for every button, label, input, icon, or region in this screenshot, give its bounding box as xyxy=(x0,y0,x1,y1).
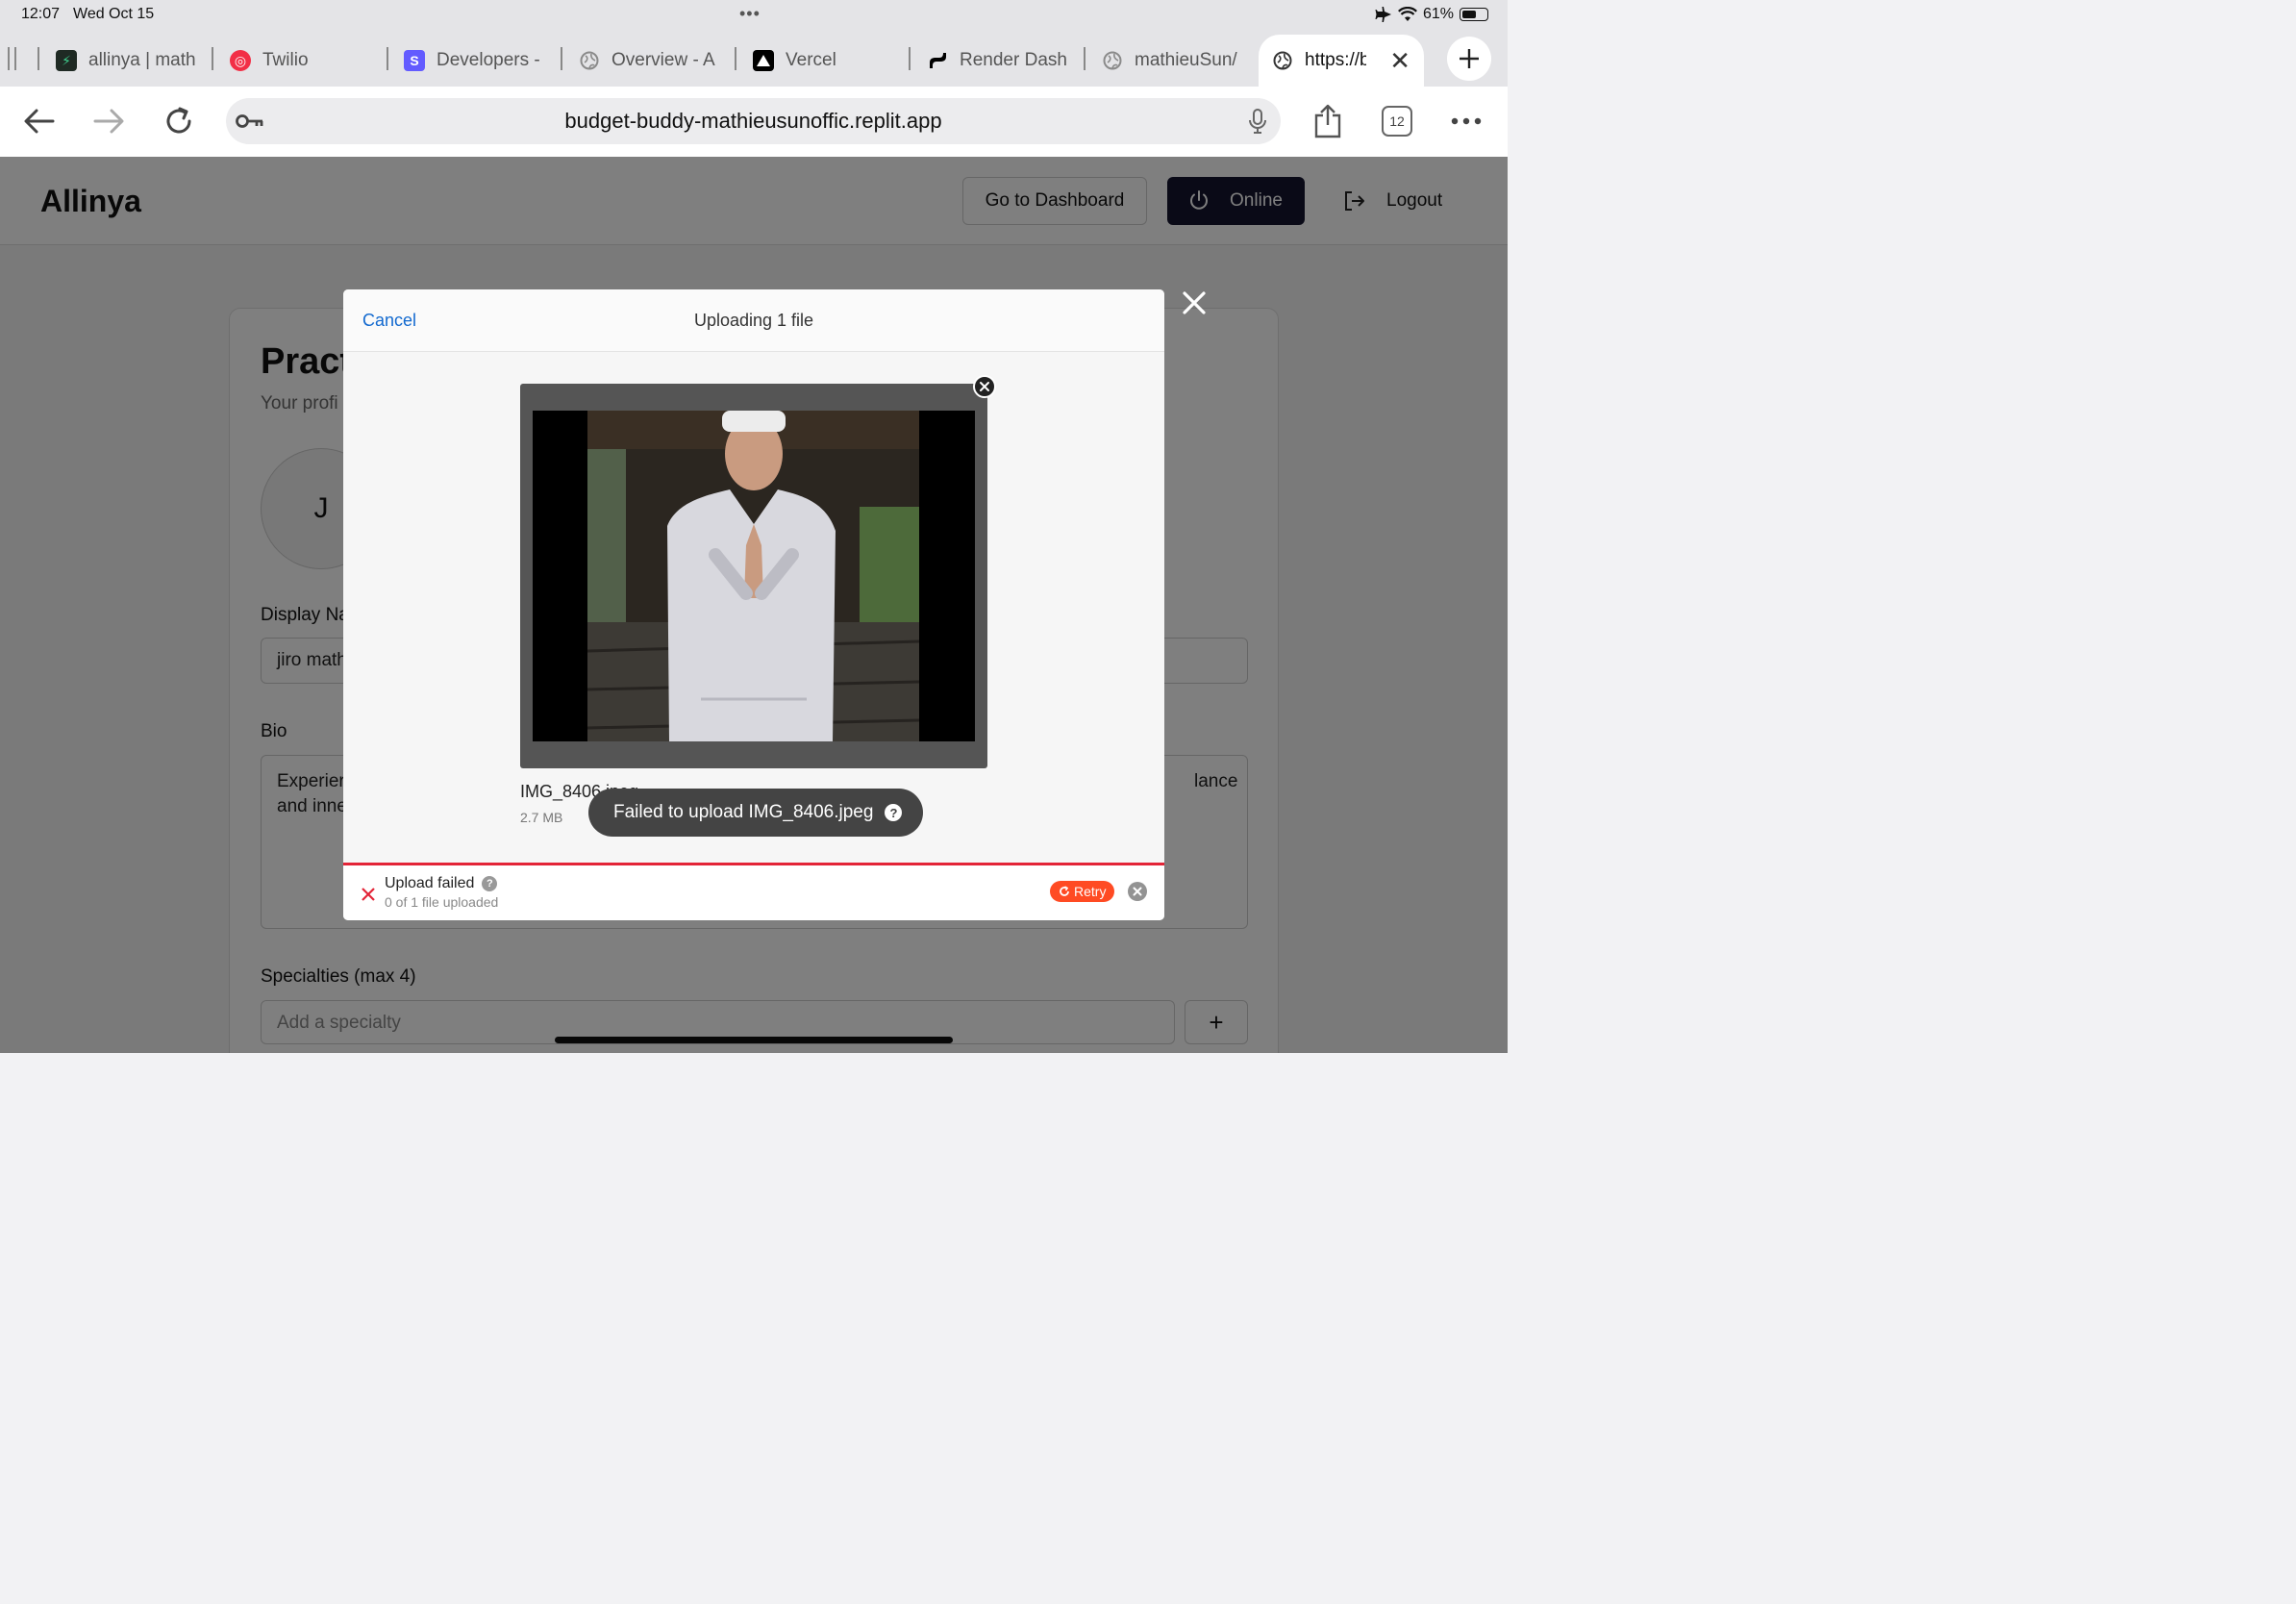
tab-title: https://bu xyxy=(1305,50,1367,70)
tab-separator xyxy=(909,47,911,70)
arrow-left-icon xyxy=(24,109,55,134)
browser-tab-vercel[interactable]: Vercel xyxy=(753,40,897,81)
browser-tab-allinya[interactable]: ⚡ allinya | math xyxy=(56,40,200,81)
bolt-icon: ⚡ xyxy=(56,50,77,71)
render-icon xyxy=(927,50,948,71)
tab-separator xyxy=(387,47,388,70)
arrow-right-icon xyxy=(93,109,124,134)
cancel-upload-button[interactable] xyxy=(1128,882,1147,901)
tab-separator xyxy=(8,47,10,70)
file-size: 2.7 MB xyxy=(520,810,563,825)
remove-file-button[interactable] xyxy=(973,375,996,398)
upload-modal: Cancel Uploading 1 file IMG_8406.jpeg 2.… xyxy=(343,289,1164,920)
tab-separator xyxy=(561,47,562,70)
tab-title: mathieuSun/ xyxy=(1135,50,1237,70)
stripe-icon: S xyxy=(404,50,425,71)
tab-title: Render Dash xyxy=(960,50,1067,70)
battery-fill xyxy=(1462,11,1476,18)
reload-button[interactable] xyxy=(160,102,198,140)
tab-title: Twilio xyxy=(262,50,309,70)
multitasking-dots-icon[interactable]: ••• xyxy=(739,4,761,24)
help-icon[interactable]: ? xyxy=(482,876,498,891)
status-indicators: 61% xyxy=(1375,6,1488,23)
browser-toolbar: budget-buddy-mathieusunoffic.replit.app … xyxy=(0,87,1508,157)
toast-message: Failed to upload IMG_8406.jpeg xyxy=(613,802,874,822)
error-toast: Failed to upload IMG_8406.jpeg ? xyxy=(588,789,924,837)
retry-label: Retry xyxy=(1074,884,1107,899)
tab-title: Developers - xyxy=(437,50,540,70)
tab-separator xyxy=(1084,47,1086,70)
browser-tab-bar: ⚡ allinya | math ◎ Twilio S Developers -… xyxy=(0,31,1508,87)
upload-status: Upload failed ? xyxy=(385,875,498,892)
upload-status-bar: Upload failed ? 0 of 1 file uploaded Ret… xyxy=(343,863,1164,920)
battery-icon xyxy=(1460,8,1488,21)
error-x-icon xyxy=(362,888,375,901)
tab-title: allinya | math xyxy=(88,50,196,70)
help-icon[interactable]: ? xyxy=(885,804,903,821)
plus-icon xyxy=(1460,49,1479,68)
vercel-icon xyxy=(753,50,774,71)
globe-icon xyxy=(1102,50,1123,71)
close-tab-icon[interactable]: ✕ xyxy=(1389,46,1410,76)
ios-status-bar: 12:07 Wed Oct 15 ••• 61% xyxy=(0,0,1508,31)
close-icon xyxy=(1133,887,1142,896)
close-icon xyxy=(980,382,989,391)
share-icon xyxy=(1314,104,1341,138)
forward-button[interactable] xyxy=(89,102,128,140)
twilio-icon: ◎ xyxy=(230,50,251,71)
ellipsis-icon xyxy=(1451,117,1482,125)
tab-separator xyxy=(14,47,16,70)
browser-tab-developers[interactable]: S Developers - xyxy=(404,40,548,81)
file-preview xyxy=(520,384,987,768)
retry-button[interactable]: Retry xyxy=(1050,881,1115,902)
close-modal-icon[interactable] xyxy=(1179,288,1210,318)
wifi-icon xyxy=(1397,7,1417,21)
back-button[interactable] xyxy=(20,102,59,140)
retry-icon xyxy=(1060,886,1069,896)
microphone-icon[interactable] xyxy=(1248,108,1267,135)
share-button[interactable] xyxy=(1309,102,1347,140)
battery-percent: 61% xyxy=(1422,6,1454,22)
status-time: 12:07 xyxy=(21,6,61,22)
browser-tab-twilio[interactable]: ◎ Twilio xyxy=(230,40,374,81)
modal-title: Uploading 1 file xyxy=(693,311,814,330)
globe-icon xyxy=(1272,50,1293,71)
tab-separator xyxy=(735,47,736,70)
status-date: Wed Oct 15 xyxy=(73,6,155,22)
url-text: budget-buddy-mathieusunoffic.replit.app xyxy=(564,109,942,133)
status-subtitle: 0 of 1 file uploaded xyxy=(385,894,499,910)
globe-icon xyxy=(579,50,600,71)
more-menu-button[interactable] xyxy=(1447,102,1485,140)
browser-tab-render[interactable]: Render Dash xyxy=(927,40,1071,81)
status-title: Upload failed xyxy=(385,875,475,891)
tab-separator xyxy=(37,47,39,70)
tab-separator xyxy=(212,47,213,70)
address-bar[interactable]: budget-buddy-mathieusunoffic.replit.app xyxy=(226,98,1281,144)
tab-title: Overview - A xyxy=(611,50,715,70)
reload-icon xyxy=(166,107,191,134)
tab-title: Vercel xyxy=(786,50,836,70)
browser-tab-active[interactable]: https://bu ✕ xyxy=(1259,35,1424,87)
modal-header: Cancel Uploading 1 file xyxy=(343,289,1164,352)
browser-tab-mathieusun[interactable]: mathieuSun/ xyxy=(1102,40,1246,81)
browser-tab-overview[interactable]: Overview - A xyxy=(579,40,723,81)
new-tab-button[interactable] xyxy=(1447,37,1491,81)
airplane-icon xyxy=(1375,7,1391,22)
tab-overview-button[interactable]: 12 xyxy=(1382,106,1412,137)
photo-thumbnail xyxy=(533,411,975,741)
